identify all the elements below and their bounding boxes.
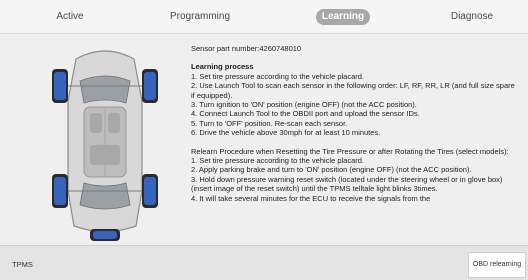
learning-content: Sensor part number:4260748010 Learning p… bbox=[0, 34, 528, 242]
relearn-step: 3. Hold down pressure warning reset swit… bbox=[191, 174, 503, 194]
relearn-step: 2. Apply parking brake and turn to 'ON' … bbox=[191, 165, 472, 175]
tire-rf-icon[interactable] bbox=[142, 69, 158, 103]
tab-diagnose[interactable]: Diagnose bbox=[442, 9, 502, 25]
vehicle-diagram bbox=[52, 50, 158, 241]
procedure-text: Sensor part number:4260748010 Learning p… bbox=[191, 44, 517, 203]
tab-learning[interactable]: Learning bbox=[316, 9, 370, 25]
tire-lr-icon[interactable] bbox=[52, 174, 68, 208]
step: 5. Turn to 'OFF' position. Re-scan each … bbox=[191, 118, 348, 128]
relearn-step: 1. Set tire pressure according to the ve… bbox=[191, 156, 365, 166]
tire-spare-icon[interactable] bbox=[90, 229, 120, 241]
step: 1. Set tire pressure according to the ve… bbox=[191, 71, 365, 81]
bottom-bar: TPMS OBD relearning bbox=[0, 245, 528, 280]
tire-rr-icon[interactable] bbox=[142, 174, 158, 208]
tire-lf-icon[interactable] bbox=[52, 69, 68, 103]
relearn-step: 4. It will take several minutes for the … bbox=[191, 193, 431, 203]
step: 6. Drive the vehicle above 30mph for at … bbox=[191, 128, 381, 138]
sensor-part-number: Sensor part number:4260748010 bbox=[191, 44, 302, 53]
obd-relearning-button[interactable]: OBD relearning bbox=[468, 252, 526, 278]
step: 4. Connect Launch Tool to the OBDII port… bbox=[191, 109, 420, 119]
tab-programming[interactable]: Programming bbox=[160, 9, 240, 25]
step: 2. Use Launch Tool to scan each sensor i… bbox=[191, 81, 515, 100]
step: 3. Turn ignition to 'ON' position (engin… bbox=[191, 100, 417, 110]
tab-active[interactable]: Active bbox=[40, 9, 100, 25]
learning-process-heading: Learning process bbox=[191, 62, 254, 72]
tpms-label: TPMS bbox=[12, 260, 33, 269]
tab-bar: Active Programming Learning Diagnose bbox=[0, 0, 528, 34]
relearn-heading: Relearn Procedure when Resetting the Tir… bbox=[191, 146, 509, 156]
